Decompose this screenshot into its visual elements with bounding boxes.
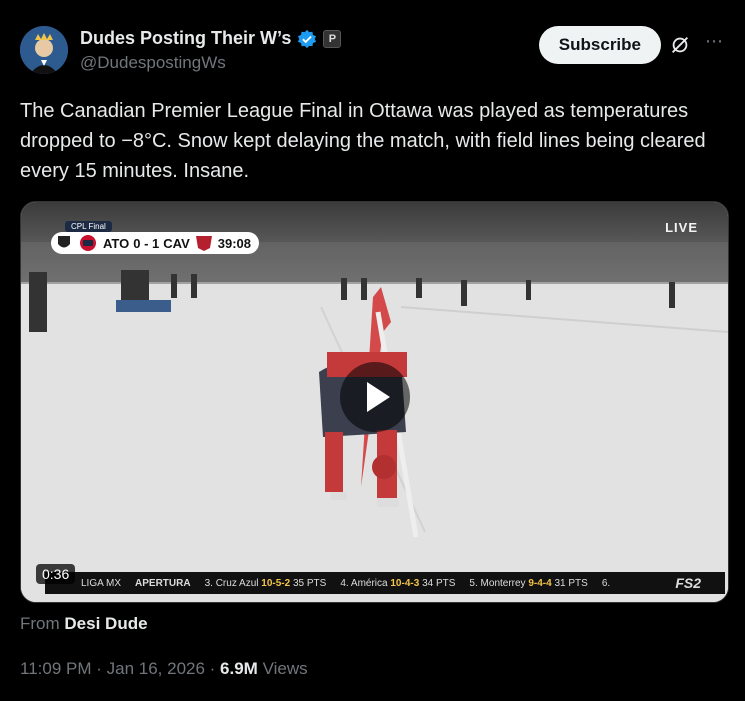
views-count: 6.9M <box>220 659 258 678</box>
video-source: From Desi Dude <box>20 614 148 634</box>
ticker-label: APERTURA <box>135 577 191 589</box>
network-logo: FS2 <box>675 575 701 591</box>
author-name-row: Dudes Posting Their W’s P <box>80 28 342 49</box>
ato-logo-icon <box>58 236 70 248</box>
score: 0 - 1 <box>133 235 160 251</box>
live-badge: LIVE <box>665 220 698 235</box>
more-options-icon[interactable]: ⋯ <box>703 32 725 54</box>
ticker-league: LIGA MX <box>81 577 122 589</box>
source-name[interactable]: Desi Dude <box>64 614 147 633</box>
video-player[interactable]: CPL Final ATO 0 - 1 CAV 39:08 LIVE LIGA … <box>20 201 729 603</box>
away-team: CAV <box>163 235 190 251</box>
video-duration: 0:36 <box>36 564 76 584</box>
affiliate-badge-icon[interactable]: P <box>323 29 342 48</box>
score-ticker: LIGA MX APERTURA 3. Cruz Azul 10-5-2 35 … <box>45 572 725 594</box>
match-clock: 39:08 <box>217 235 251 251</box>
post-date[interactable]: Jan 16, 2026 <box>107 659 205 678</box>
play-icon <box>367 382 390 412</box>
author-handle[interactable]: @DudespostingWs <box>80 53 226 73</box>
source-prefix: From <box>20 614 60 633</box>
grok-icon[interactable] <box>669 34 691 56</box>
views-label: Views <box>262 659 308 678</box>
competition-tag: CPL Final <box>65 221 112 232</box>
ottawa-logo-icon <box>80 235 96 251</box>
post-meta: 11:09 PM · Jan 16, 2026 · 6.9M Views <box>20 659 308 678</box>
cavalry-logo-icon <box>195 236 212 251</box>
author-name[interactable]: Dudes Posting Their W’s <box>80 28 291 49</box>
ticker-item: 6. <box>601 577 611 589</box>
post-text: The Canadian Premier League Final in Ott… <box>20 100 706 182</box>
post-time[interactable]: 11:09 PM <box>20 659 92 678</box>
ticker-item: 4. América 10-4-3 34 PTS <box>340 577 456 589</box>
avatar[interactable] <box>20 26 68 74</box>
ticker-item: 5. Monterrey 9-4-4 31 PTS <box>469 577 588 589</box>
home-team: ATO <box>103 235 130 251</box>
post-header: Dudes Posting Their W’s P @DudespostingW… <box>20 26 725 78</box>
subscribe-button[interactable]: Subscribe <box>538 26 661 64</box>
verified-badge-icon <box>298 29 317 48</box>
scorebug: ATO 0 - 1 CAV 39:08 <box>51 232 259 254</box>
play-button[interactable] <box>340 362 410 432</box>
ticker-item: 3. Cruz Azul 10-5-2 35 PTS <box>204 577 327 589</box>
